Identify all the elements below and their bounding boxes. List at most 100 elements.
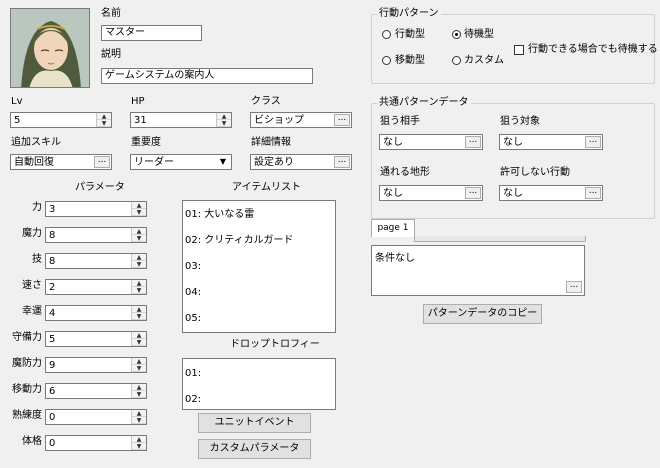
- lv-value: 5: [14, 115, 21, 126]
- condition-box[interactable]: 条件なし ...: [371, 245, 585, 296]
- copy-pattern-button[interactable]: パターンデータのコピー: [423, 304, 542, 324]
- param-value: 3: [49, 204, 56, 215]
- custom-parameter-button[interactable]: カスタムパラメータ: [198, 439, 311, 459]
- param-value: 2: [49, 282, 56, 293]
- wait-even-if-action-label[interactable]: 行動できる場合でも待機する: [528, 44, 658, 56]
- param-stepper[interactable]: 0 ▲ ▼: [45, 409, 147, 425]
- hp-spin-buttons[interactable]: ▲ ▼: [216, 113, 231, 127]
- param-label: 熟練度: [12, 410, 42, 421]
- param-stepper[interactable]: 4 ▲ ▼: [45, 305, 147, 321]
- detail-field[interactable]: 設定あり ...: [250, 154, 352, 170]
- param-stepper[interactable]: 6 ▲ ▼: [45, 383, 147, 399]
- condition-browse-button[interactable]: ...: [566, 281, 582, 293]
- param-label: 技: [32, 254, 42, 265]
- lv-label: Lv: [11, 96, 23, 107]
- param-value: 0: [49, 438, 56, 449]
- param-stepper[interactable]: 0 ▲ ▼: [45, 435, 147, 451]
- class-value: ビショップ: [254, 115, 304, 126]
- param-label: 魔力: [22, 228, 42, 239]
- param-stepper[interactable]: 5 ▲ ▼: [45, 331, 147, 347]
- detail-browse-button[interactable]: ...: [334, 156, 350, 168]
- item-row[interactable]: 05:: [185, 313, 201, 325]
- tab-scrollbar[interactable]: [414, 236, 586, 242]
- description-label: 説明: [101, 49, 121, 60]
- target-value: なし: [383, 137, 403, 148]
- param-value: 8: [49, 256, 56, 267]
- param-stepper[interactable]: 8 ▲ ▼: [45, 253, 147, 269]
- param-stepper[interactable]: 3 ▲ ▼: [45, 201, 147, 217]
- object-field[interactable]: なし ...: [499, 134, 603, 150]
- param-label: 力: [32, 202, 42, 213]
- terrain-field[interactable]: なし ...: [379, 185, 483, 201]
- tab-page-1[interactable]: page 1: [371, 219, 415, 237]
- terrain-browse-button[interactable]: ...: [465, 187, 481, 199]
- radio-action-type[interactable]: [382, 30, 391, 39]
- radio-custom-type-label[interactable]: カスタム: [464, 55, 504, 67]
- object-value: なし: [503, 137, 523, 148]
- drops-title: ドロップトロフィー: [230, 339, 320, 350]
- param-spin-buttons[interactable]: ▲ ▼: [131, 384, 146, 398]
- param-spin-buttons[interactable]: ▲ ▼: [131, 358, 146, 372]
- action-pattern-title: 行動パターン: [377, 8, 441, 20]
- forbid-browse-button[interactable]: ...: [585, 187, 601, 199]
- unit-event-button[interactable]: ユニットイベント: [198, 413, 311, 433]
- param-spin-buttons[interactable]: ▲ ▼: [131, 306, 146, 320]
- param-label: 速さ: [22, 280, 42, 291]
- skill-browse-button[interactable]: ...: [94, 156, 110, 168]
- importance-value: リーダー: [134, 157, 174, 168]
- param-spin-buttons[interactable]: ▲ ▼: [131, 280, 146, 294]
- params-title: パラメータ: [75, 182, 125, 193]
- portrait-image: [11, 9, 89, 87]
- lv-stepper[interactable]: 5 ▲ ▼: [10, 112, 112, 128]
- drop-row[interactable]: 02:: [185, 394, 201, 406]
- skill-field[interactable]: 自動回復 ...: [10, 154, 112, 170]
- radio-wait-type[interactable]: [452, 30, 461, 39]
- param-stepper[interactable]: 2 ▲ ▼: [45, 279, 147, 295]
- class-label: クラス: [251, 96, 281, 107]
- param-spin-buttons[interactable]: ▲ ▼: [131, 436, 146, 450]
- param-value: 5: [49, 334, 56, 345]
- common-pattern-title: 共通パターンデータ: [377, 97, 471, 109]
- forbid-field[interactable]: なし ...: [499, 185, 603, 201]
- name-field[interactable]: マスター: [101, 25, 202, 41]
- radio-move-type[interactable]: [382, 56, 391, 65]
- param-value: 4: [49, 308, 56, 319]
- target-field[interactable]: なし ...: [379, 134, 483, 150]
- item-list[interactable]: 01: 大いなる雷 02: クリティカルガード 03: 04: 05:: [182, 200, 336, 333]
- chevron-down-icon[interactable]: ▼: [216, 156, 230, 168]
- param-spin-buttons[interactable]: ▲ ▼: [131, 228, 146, 242]
- importance-label: 重要度: [131, 137, 161, 148]
- param-stepper[interactable]: 8 ▲ ▼: [45, 227, 147, 243]
- param-spin-buttons[interactable]: ▲ ▼: [131, 254, 146, 268]
- target-label: 狙う相手: [380, 116, 420, 127]
- item-row[interactable]: 02: クリティカルガード: [185, 235, 293, 247]
- hp-stepper[interactable]: 31 ▲ ▼: [130, 112, 232, 128]
- terrain-label: 通れる地形: [380, 167, 430, 178]
- importance-select[interactable]: リーダー ▼: [130, 154, 232, 170]
- param-stepper[interactable]: 9 ▲ ▼: [45, 357, 147, 373]
- lv-spin-buttons[interactable]: ▲ ▼: [96, 113, 111, 127]
- character-portrait[interactable]: [10, 8, 90, 88]
- param-spin-buttons[interactable]: ▲ ▼: [131, 410, 146, 424]
- target-browse-button[interactable]: ...: [465, 136, 481, 148]
- radio-action-type-label[interactable]: 行動型: [395, 29, 425, 41]
- drop-list[interactable]: 01: 02:: [182, 358, 336, 410]
- hp-label: HP: [131, 96, 145, 107]
- class-browse-button[interactable]: ...: [334, 114, 350, 126]
- item-row[interactable]: 03:: [185, 261, 201, 273]
- object-browse-button[interactable]: ...: [585, 136, 601, 148]
- radio-wait-type-label[interactable]: 待機型: [464, 29, 494, 41]
- description-field[interactable]: ゲームシステムの案内人: [101, 68, 313, 84]
- radio-custom-type[interactable]: [452, 56, 461, 65]
- param-spin-buttons[interactable]: ▲ ▼: [131, 332, 146, 346]
- radio-move-type-label[interactable]: 移動型: [395, 55, 425, 67]
- param-spin-buttons[interactable]: ▲ ▼: [131, 202, 146, 216]
- drop-row[interactable]: 01:: [185, 368, 201, 380]
- item-row[interactable]: 04:: [185, 287, 201, 299]
- detail-label: 詳細情報: [251, 137, 291, 148]
- item-row[interactable]: 01: 大いなる雷: [185, 209, 254, 221]
- object-label: 狙う対象: [500, 116, 540, 127]
- class-field[interactable]: ビショップ ...: [250, 112, 352, 128]
- param-label: 幸運: [22, 306, 42, 317]
- wait-even-if-action-checkbox[interactable]: [514, 45, 524, 55]
